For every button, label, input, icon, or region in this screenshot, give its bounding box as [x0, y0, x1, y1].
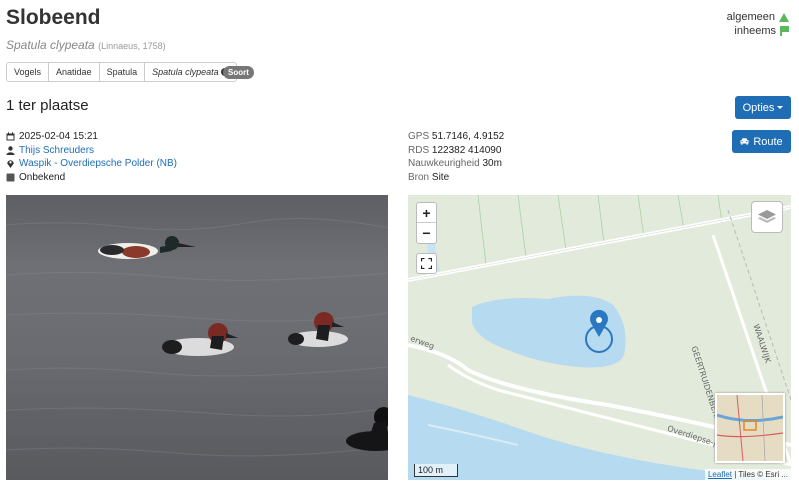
fullscreen-icon — [421, 258, 432, 269]
scientific-name: Spatula clypeata (Linnaeus, 1758) — [6, 38, 166, 52]
duck-photo-illustration — [6, 218, 388, 457]
observer-link[interactable]: Thijs Schreuders — [19, 144, 94, 158]
square-icon — [6, 173, 15, 182]
leaflet-link[interactable]: Leaflet — [708, 470, 732, 479]
source-value: Site — [431, 171, 450, 183]
observation-datetime: 2025-02-04 15:21 — [19, 131, 98, 142]
layers-icon — [758, 210, 776, 223]
rank-badge: Soort — [223, 66, 254, 79]
triangle-icon — [779, 12, 789, 22]
canvasback-duck-1 — [162, 323, 238, 356]
status-box: algemeen inheems — [727, 10, 789, 38]
gps-row: GPS 51.7146, 4.9152 — [408, 130, 504, 144]
duck-partial — [346, 407, 388, 451]
gps-value: 51.7146, 4.9152 — [431, 131, 505, 142]
scientific-name-text: Spatula clypeata — [6, 38, 95, 52]
car-icon — [740, 138, 749, 145]
rds-row: RDS 122382 414090 — [408, 144, 504, 158]
rarity-label: algemeen — [726, 11, 775, 23]
taxonomy-breadcrumb: Vogels Anatidae Spatula Spatula clypeata… — [6, 62, 237, 82]
accuracy-row: Nauwkeurigheid 30m — [408, 157, 504, 171]
crumb-species-label: Spatula clypeata — [152, 67, 219, 77]
crumb-class[interactable]: Vogels — [7, 63, 50, 81]
origin-label: inheems — [734, 25, 776, 37]
flag-icon — [780, 26, 789, 36]
canvasback-duck-2 — [288, 312, 348, 347]
accuracy-label: Nauwkeurigheid — [408, 158, 480, 169]
gps-label: GPS — [408, 131, 430, 142]
options-label: Opties — [742, 101, 775, 114]
caret-down-icon — [777, 106, 784, 109]
observation-photo[interactable] — [6, 195, 388, 480]
minimap-tiles — [717, 395, 783, 461]
layers-button[interactable] — [751, 201, 783, 233]
source-label: Bron — [408, 171, 430, 183]
activity-value: Onbekend — [19, 171, 66, 183]
options-button[interactable]: Opties — [735, 96, 791, 119]
map-attribution: Leaflet | Tiles © Esri ... — [704, 469, 791, 480]
minimap[interactable] — [715, 393, 785, 463]
crumb-genus[interactable]: Spatula — [100, 63, 146, 81]
user-icon — [6, 146, 15, 155]
zoom-out-button[interactable]: − — [417, 223, 436, 243]
location-link[interactable]: Waspik - Overdiepsche Polder (NB) — [19, 157, 177, 171]
route-button[interactable]: Route — [732, 130, 791, 153]
calendar-icon — [6, 132, 15, 141]
rds-value: 122382 414090 — [431, 144, 502, 156]
map-scale: 100 m — [414, 464, 458, 477]
zoom-in-button[interactable]: + — [417, 203, 436, 223]
geo-details: GPS 51.7146, 4.9152 RDS 122382 414090 Na… — [408, 130, 504, 184]
fullscreen-button[interactable] — [416, 253, 437, 274]
observation-details: 2025-02-04 15:21 Thijs Schreuders Waspik… — [6, 130, 177, 184]
source-row: Bron Site — [408, 171, 504, 185]
shoveler-duck — [98, 236, 196, 259]
rds-label: RDS — [408, 144, 430, 156]
scientific-author: (Linnaeus, 1758) — [98, 41, 166, 51]
route-label: Route — [753, 135, 783, 148]
count-heading: 1 ter plaatse — [6, 97, 89, 114]
zoom-control: + − — [416, 202, 437, 244]
crumb-family[interactable]: Anatidae — [49, 63, 100, 81]
map-marker-icon — [7, 160, 14, 169]
species-title: Slobeend — [6, 6, 101, 29]
tiles-attribution: | Tiles © Esri ... — [734, 470, 788, 479]
accuracy-value: 30m — [482, 158, 502, 169]
